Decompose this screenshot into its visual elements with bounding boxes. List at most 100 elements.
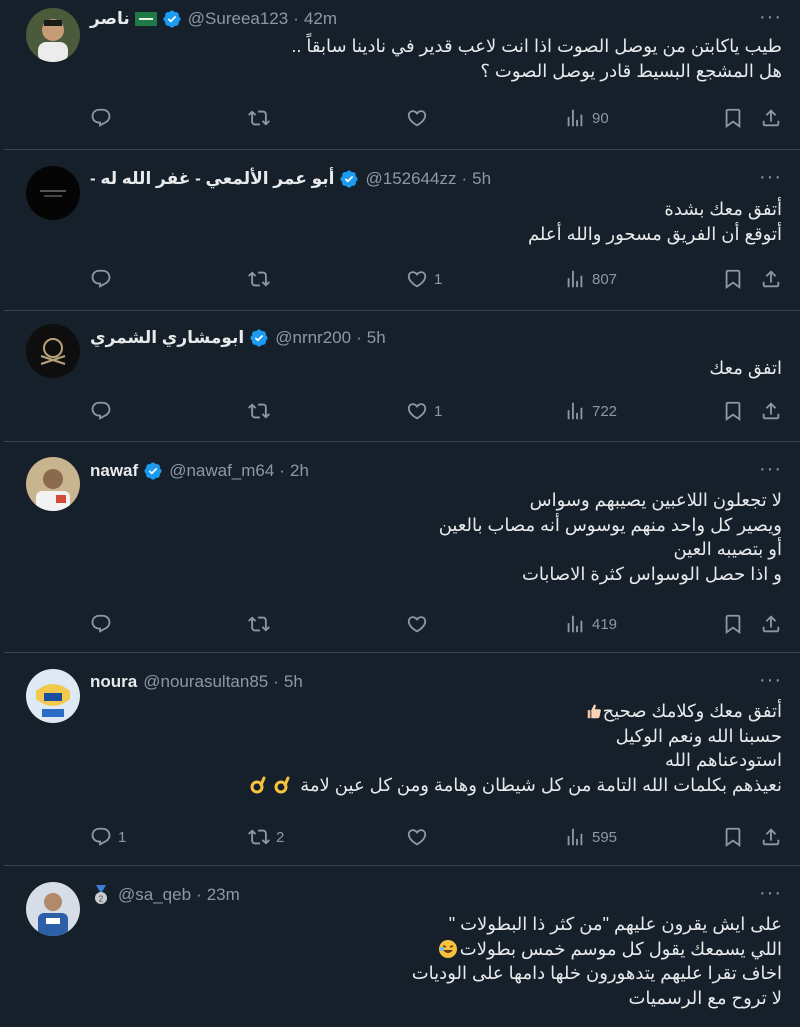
- reply-button[interactable]: [90, 398, 118, 424]
- tweet-line: نعيذهم بكلمات الله التامة من كل شيطان وه…: [300, 774, 782, 795]
- timestamp[interactable]: 5h: [367, 328, 386, 348]
- tweet-line: اللي يسمعك يقول كل موسم خمس بطولات: [459, 938, 782, 959]
- user-handle[interactable]: @nourasultan85: [143, 672, 268, 692]
- bookmark-button[interactable]: [722, 611, 744, 637]
- retweet-button[interactable]: 2: [248, 824, 284, 850]
- views-button[interactable]: 419: [564, 611, 617, 637]
- views-button[interactable]: 90: [564, 105, 609, 131]
- retweet-button[interactable]: [248, 266, 276, 292]
- user-handle[interactable]: @nawaf_m64: [169, 461, 274, 481]
- retweet-count: 2: [276, 828, 285, 846]
- tweet[interactable]: noura @nourasultan85 · 5h ··· أتفق معك و…: [4, 654, 800, 866]
- tweet-line: أتفق معك بشدة: [664, 199, 782, 219]
- display-name[interactable]: - أبو عمر الألمعي - غفر الله له: [90, 169, 334, 189]
- like-button[interactable]: 1: [406, 398, 442, 424]
- timestamp[interactable]: 42m: [304, 9, 337, 29]
- retweet-button[interactable]: [248, 398, 276, 424]
- views-icon: [564, 107, 586, 129]
- like-count: 1: [434, 270, 443, 288]
- avatar[interactable]: [26, 324, 80, 378]
- share-icon: [760, 107, 782, 129]
- display-name[interactable]: ابومشاري الشمري: [90, 328, 244, 348]
- views-button[interactable]: 807: [564, 266, 617, 292]
- share-button[interactable]: [760, 105, 782, 131]
- retweet-button[interactable]: [248, 105, 276, 131]
- tweet-header: ناصر @Sureea123 · 42m: [90, 8, 760, 30]
- tweet-line: لا تروح مع الرسميات: [628, 987, 782, 1008]
- ok-hand-icon: [274, 776, 290, 793]
- like-button[interactable]: [406, 824, 434, 850]
- heart-icon: [406, 107, 428, 129]
- share-button[interactable]: [760, 824, 782, 850]
- bookmark-button[interactable]: [722, 105, 744, 131]
- like-button[interactable]: 1: [406, 266, 442, 292]
- more-icon[interactable]: ···: [759, 6, 782, 29]
- retweet-icon: [248, 613, 270, 635]
- tweet[interactable]: 2 @sa_qeb · 23m ··· على ايش يقرون عليهم …: [4, 867, 800, 1027]
- reply-icon: [90, 400, 112, 422]
- reply-icon: [90, 826, 112, 848]
- timestamp[interactable]: 23m: [207, 885, 240, 905]
- like-button[interactable]: [406, 105, 434, 131]
- bookmark-icon: [722, 268, 744, 290]
- bookmark-button[interactable]: [722, 398, 744, 424]
- reply-icon: [90, 107, 112, 129]
- avatar[interactable]: [26, 457, 80, 511]
- retweet-icon: [248, 826, 270, 848]
- retweet-button[interactable]: [248, 611, 276, 637]
- bookmark-button[interactable]: [722, 824, 744, 850]
- tweet[interactable]: - أبو عمر الألمعي - غفر الله له @152644z…: [4, 151, 800, 311]
- tweet[interactable]: nawaf @nawaf_m64 · 2h ··· لا تجعلون اللا…: [4, 443, 800, 653]
- views-count: 722: [592, 402, 618, 420]
- reply-button[interactable]: 1: [90, 824, 126, 850]
- more-icon[interactable]: ···: [759, 882, 782, 905]
- avatar[interactable]: [26, 669, 80, 723]
- views-button[interactable]: 595: [564, 824, 617, 850]
- bookmark-icon: [722, 826, 744, 848]
- tweet-header: 2 @sa_qeb · 23m: [90, 884, 760, 906]
- retweet-icon: [248, 107, 270, 129]
- display-name[interactable]: nawaf: [90, 461, 138, 481]
- tweet[interactable]: ابومشاري الشمري @nrnr200 · 5h اتفق معك 1…: [4, 312, 800, 442]
- like-button[interactable]: [406, 611, 434, 637]
- reply-button[interactable]: [90, 105, 118, 131]
- reply-button[interactable]: [90, 611, 118, 637]
- user-handle[interactable]: @Sureea123: [188, 9, 288, 29]
- avatar[interactable]: [26, 8, 80, 62]
- tweet[interactable]: ناصر @Sureea123 · 42m ··· طيب ياكابتن من…: [4, 0, 800, 150]
- user-handle[interactable]: @nrnr200: [275, 328, 351, 348]
- reply-button[interactable]: [90, 266, 118, 292]
- tweet-header: - أبو عمر الألمعي - غفر الله له @152644z…: [90, 168, 760, 190]
- tweet-text: اتفق معك: [90, 356, 782, 381]
- timestamp[interactable]: 5h: [472, 169, 491, 189]
- separator-dot: ·: [356, 328, 362, 347]
- more-icon[interactable]: ···: [759, 669, 782, 692]
- tweet-header: nawaf @nawaf_m64 · 2h: [90, 460, 760, 482]
- views-button[interactable]: 722: [564, 398, 617, 424]
- timestamp[interactable]: 2h: [290, 461, 309, 481]
- timestamp[interactable]: 5h: [284, 672, 303, 692]
- user-handle[interactable]: @152644zz: [365, 169, 456, 189]
- medal-icon: 2: [95, 885, 107, 904]
- thumbs-up-icon: [587, 704, 601, 719]
- user-handle[interactable]: @sa_qeb: [118, 885, 191, 905]
- avatar[interactable]: [26, 882, 80, 936]
- avatar[interactable]: [26, 166, 80, 220]
- bookmark-button[interactable]: [722, 266, 744, 292]
- display-name[interactable]: noura: [90, 672, 137, 692]
- retweet-icon: [248, 400, 270, 422]
- reply-icon: [90, 613, 112, 635]
- more-icon[interactable]: ···: [759, 166, 782, 189]
- share-button[interactable]: [760, 611, 782, 637]
- share-button[interactable]: [760, 398, 782, 424]
- more-icon[interactable]: ···: [759, 458, 782, 481]
- share-button[interactable]: [760, 266, 782, 292]
- separator-dot: ·: [279, 461, 286, 480]
- tweet-line: أو بتصيبه العين: [673, 539, 782, 559]
- tweet-line: هل المشجع البسيط قادر يوصل الصوت ؟: [480, 60, 782, 81]
- tweet-header: ابومشاري الشمري @nrnr200 · 5h: [90, 327, 760, 349]
- action-bar: 419: [90, 611, 784, 637]
- tweet-line: ويصير كل واحد منهم يوسوس أنه مصاب بالعين: [438, 514, 782, 535]
- display-name[interactable]: ناصر: [90, 9, 130, 29]
- svg-text:2: 2: [99, 895, 104, 904]
